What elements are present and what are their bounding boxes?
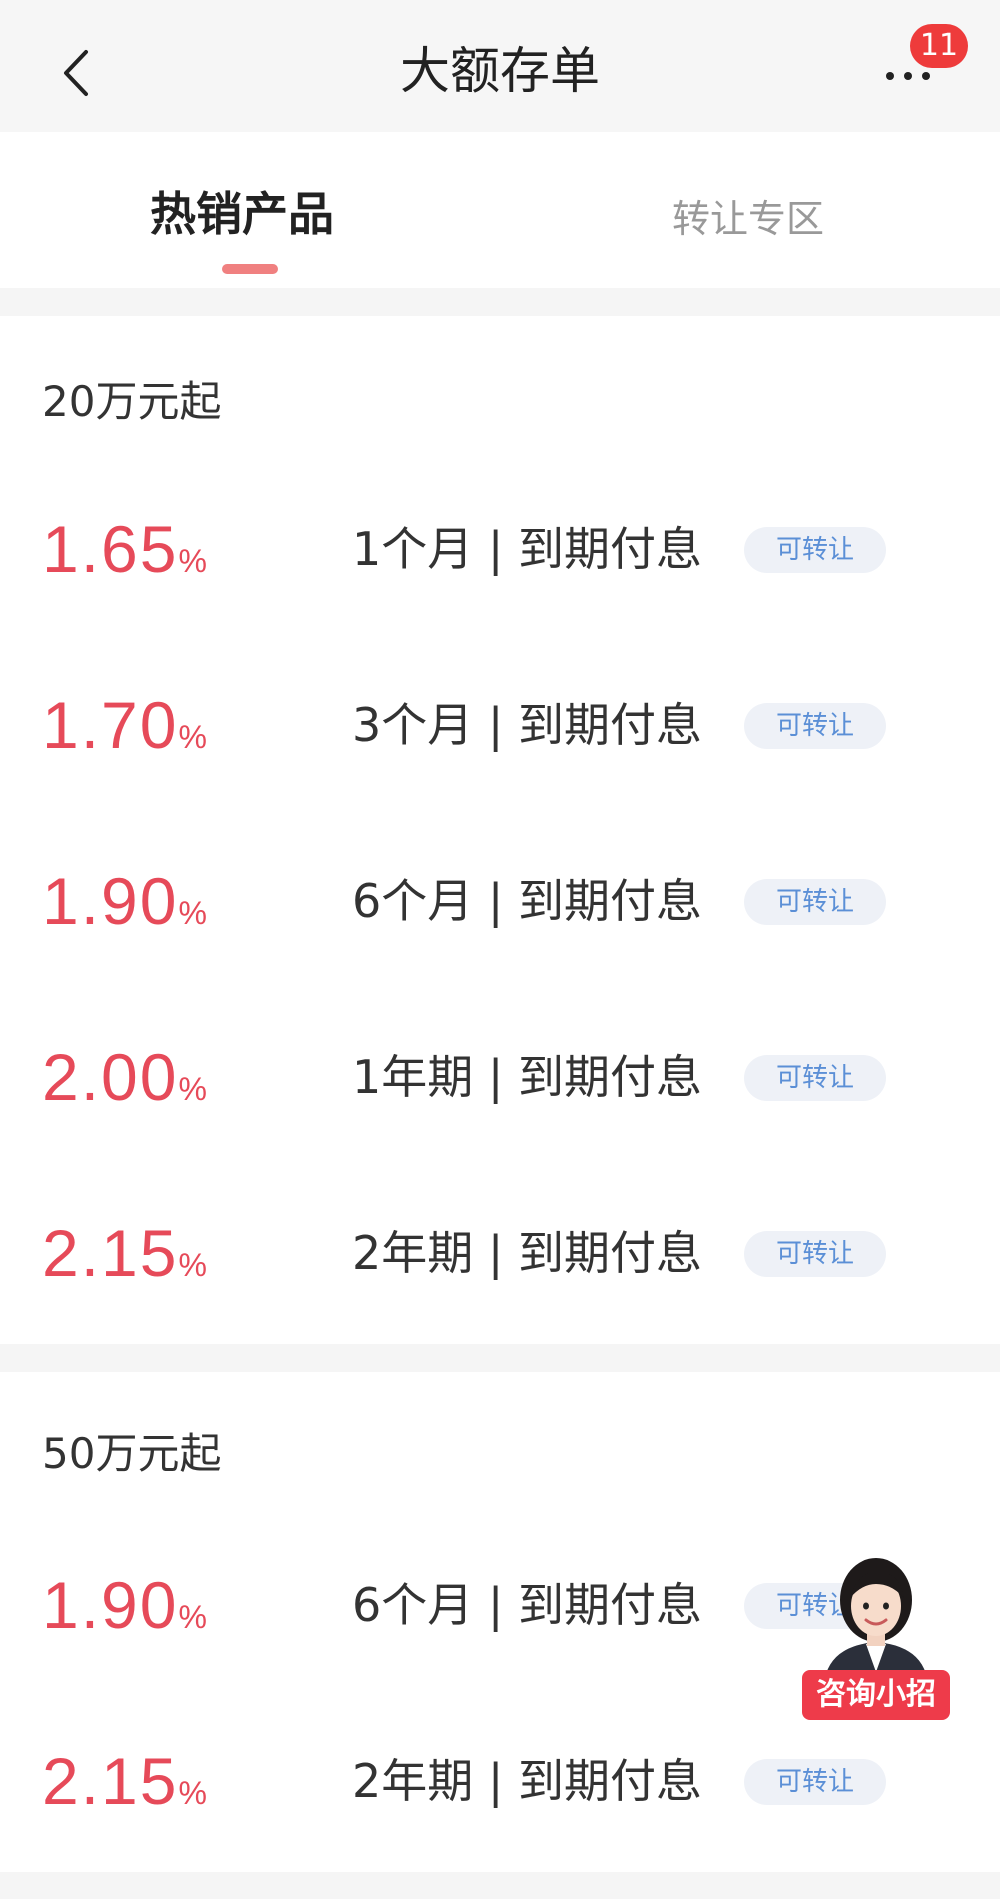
rate-value: 1.90% [42, 1550, 207, 1679]
rate-number: 1.65 [42, 512, 179, 586]
transferable-tag: 可转让 [744, 879, 886, 925]
product-row[interactable]: 1.90% 6个月 | 到期付息 可转让 [0, 846, 1000, 956]
assistant-float-button[interactable]: 咨询小招 [800, 1554, 952, 1722]
rate-percent: % [178, 1775, 207, 1811]
rate-percent: % [178, 719, 207, 755]
section-title: 20万元起 [42, 377, 222, 426]
rate-number: 2.15 [42, 1744, 179, 1818]
more-dots-icon [886, 72, 894, 80]
product-term: 6个月 | 到期付息 [352, 1578, 703, 1632]
rate-number: 1.90 [42, 1568, 179, 1642]
tab-active-indicator [222, 264, 278, 274]
product-term: 6个月 | 到期付息 [352, 874, 703, 928]
transferable-tag: 可转让 [744, 703, 886, 749]
section-200k: 20万元起 1.65% 1个月 | 到期付息 可转让 1.70% 3个月 | 到… [0, 316, 1000, 1344]
rate-value: 1.70% [42, 670, 207, 799]
assistant-avatar-icon [824, 1558, 928, 1684]
product-row[interactable]: 1.70% 3个月 | 到期付息 可转让 [0, 670, 1000, 780]
section-title: 50万元起 [42, 1429, 222, 1478]
tab-transfer-zone[interactable]: 转让专区 [672, 188, 824, 243]
rate-percent: % [178, 895, 207, 931]
rate-value: 1.90% [42, 846, 207, 975]
rate-percent: % [178, 1247, 207, 1283]
transferable-tag: 可转让 [744, 1231, 886, 1277]
rate-value: 1.65% [42, 494, 207, 623]
transferable-tag: 可转让 [744, 1055, 886, 1101]
rate-value: 2.15% [42, 1198, 207, 1327]
header-bar: 大额存单 11 [0, 0, 1000, 132]
rate-percent: % [178, 1071, 207, 1107]
more-dot [904, 72, 912, 80]
tab-bar: 热销产品 转让专区 [0, 132, 1000, 288]
product-term: 1个月 | 到期付息 [352, 522, 703, 576]
rate-number: 2.00 [42, 1040, 179, 1114]
page-title: 大额存单 [400, 42, 600, 100]
transferable-tag: 可转让 [744, 1759, 886, 1805]
rate-number: 1.90 [42, 864, 179, 938]
product-row[interactable]: 1.65% 1个月 | 到期付息 可转让 [0, 494, 1000, 604]
product-term: 2年期 | 到期付息 [352, 1226, 703, 1280]
product-row[interactable]: 2.15% 2年期 | 到期付息 可转让 [0, 1198, 1000, 1308]
assistant-label: 咨询小招 [802, 1670, 950, 1720]
rate-value: 2.15% [42, 1726, 207, 1855]
rate-number: 2.15 [42, 1216, 179, 1290]
rate-value: 2.00% [42, 1022, 207, 1151]
product-term: 1年期 | 到期付息 [352, 1050, 703, 1104]
rate-percent: % [178, 1599, 207, 1635]
product-term: 3个月 | 到期付息 [352, 698, 703, 752]
tab-hot-products[interactable]: 热销产品 [150, 178, 334, 244]
product-row[interactable]: 2.00% 1年期 | 到期付息 可转让 [0, 1022, 1000, 1132]
transferable-tag: 可转让 [744, 527, 886, 573]
more-dot [922, 72, 930, 80]
product-term: 2年期 | 到期付息 [352, 1754, 703, 1808]
product-row[interactable]: 2.15% 2年期 | 到期付息 可转让 [0, 1726, 1000, 1836]
rate-number: 1.70 [42, 688, 179, 762]
notification-badge: 11 [910, 24, 968, 68]
rate-percent: % [178, 543, 207, 579]
